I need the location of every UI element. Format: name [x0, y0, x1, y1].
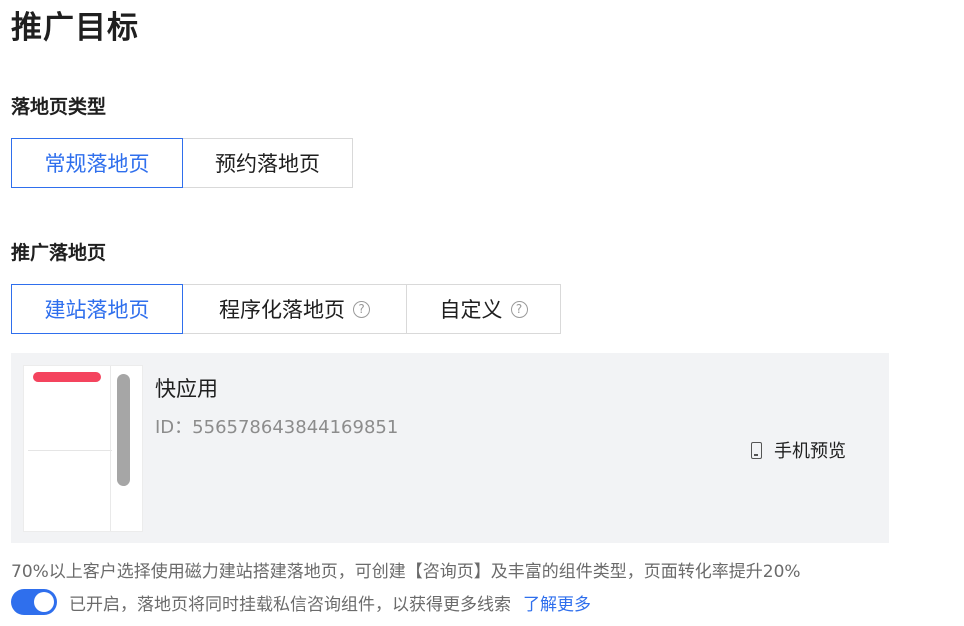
mobile-phone-icon [751, 441, 762, 459]
toggle-knob [34, 592, 54, 612]
thumbnail-scrollbar[interactable] [117, 374, 130, 486]
consult-toggle-row: 已开启，落地页将同时挂载私信咨询组件，以获得更多线索 了解更多 [11, 589, 591, 615]
option-site-landing-label: 建站落地页 [44, 298, 150, 322]
learn-more-link[interactable]: 了解更多 [523, 590, 591, 615]
option-regular-landing[interactable]: 常规落地页 [11, 138, 183, 188]
phone-preview-label: 手机预览 [774, 441, 846, 462]
toggle-description: 已开启，落地页将同时挂载私信咨询组件，以获得更多线索 [69, 594, 511, 615]
option-custom[interactable]: 自定义 ? [406, 284, 561, 334]
option-custom-label: 自定义 [439, 298, 503, 322]
option-site-landing[interactable]: 建站落地页 [11, 284, 183, 334]
option-reservation-landing[interactable]: 预约落地页 [182, 138, 353, 188]
question-circle-icon[interactable]: ? [510, 300, 528, 318]
landing-page-name: 快应用 [155, 377, 218, 401]
landing-page-thumbnail[interactable] [23, 365, 143, 532]
page-title: 推广目标 [11, 10, 139, 46]
landing-type-selector: 常规落地页 预约落地页 [11, 138, 353, 188]
thumbnail-content-line [28, 436, 112, 451]
question-circle-icon[interactable]: ? [353, 300, 370, 318]
option-programmatic-landing-label: 程序化落地页 [219, 298, 345, 322]
landing-type-label: 落地页类型 [11, 96, 107, 118]
promo-page-selector: 建站落地页 程序化落地页 ? 自定义 ? [11, 284, 561, 334]
thumbnail-header-bar [33, 372, 101, 382]
phone-preview-button[interactable]: 手机预览 [751, 437, 846, 463]
consult-toggle-switch[interactable] [11, 589, 57, 615]
thumbnail-divider [110, 366, 111, 531]
promo-page-label: 推广落地页 [11, 242, 107, 264]
landing-page-card: 快应用 ID：556578643844169851 手机预览 [11, 353, 889, 543]
option-programmatic-landing[interactable]: 程序化落地页 ? [182, 284, 407, 334]
promo-note: 70%以上客户选择使用磁力建站搭建落地页，可创建【咨询页】及丰富的组件类型，页面… [11, 562, 801, 582]
landing-page-id: ID：556578643844169851 [155, 417, 399, 438]
